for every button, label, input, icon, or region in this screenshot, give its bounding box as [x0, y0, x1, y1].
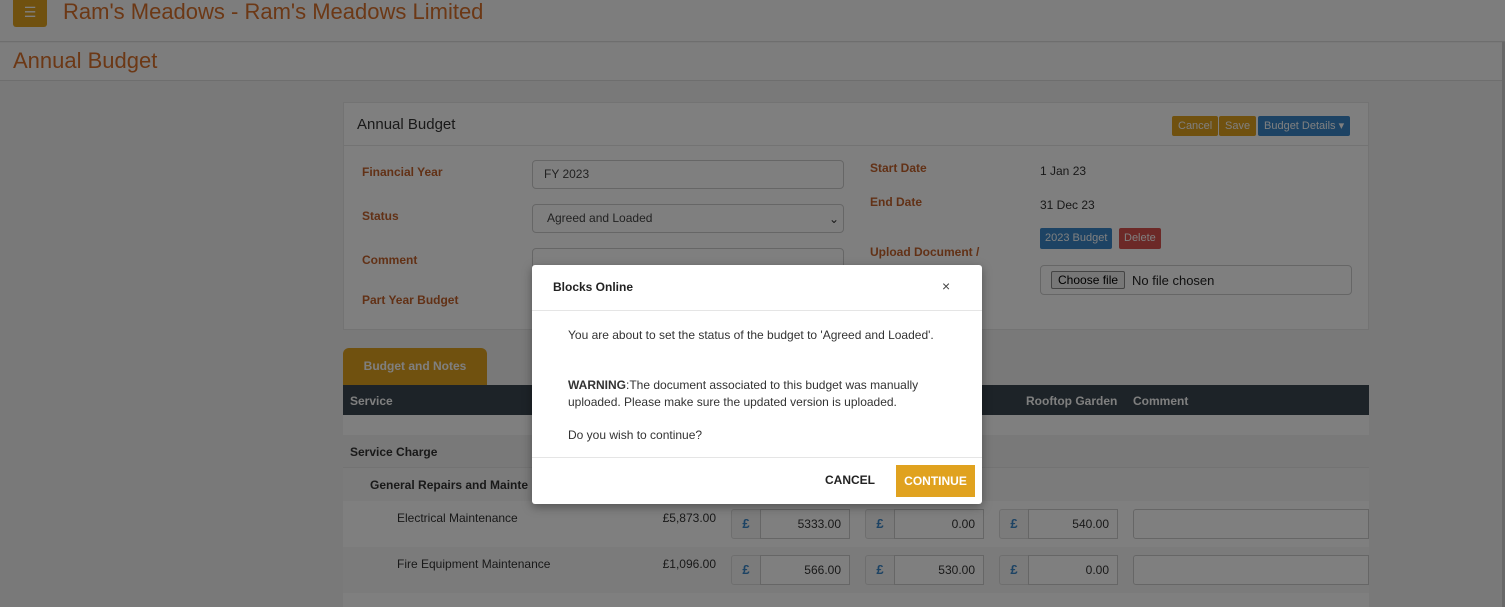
dialog-cancel-button[interactable]: CANCEL [825, 473, 875, 487]
dialog-continue-button[interactable]: CONTINUE [896, 465, 975, 497]
dialog-question: Do you wish to continue? [568, 428, 703, 442]
dialog-title: Blocks Online [553, 280, 634, 294]
dialog-warning: WARNING:The document associated to this … [568, 377, 938, 411]
confirm-dialog: Blocks Online × You are about to set the… [532, 265, 982, 504]
dialog-footer-divider [532, 457, 982, 458]
close-icon[interactable]: × [942, 278, 950, 294]
warning-label: WARNING [568, 378, 626, 392]
dialog-divider [532, 310, 982, 311]
dialog-message: You are about to set the status of the b… [568, 328, 934, 342]
